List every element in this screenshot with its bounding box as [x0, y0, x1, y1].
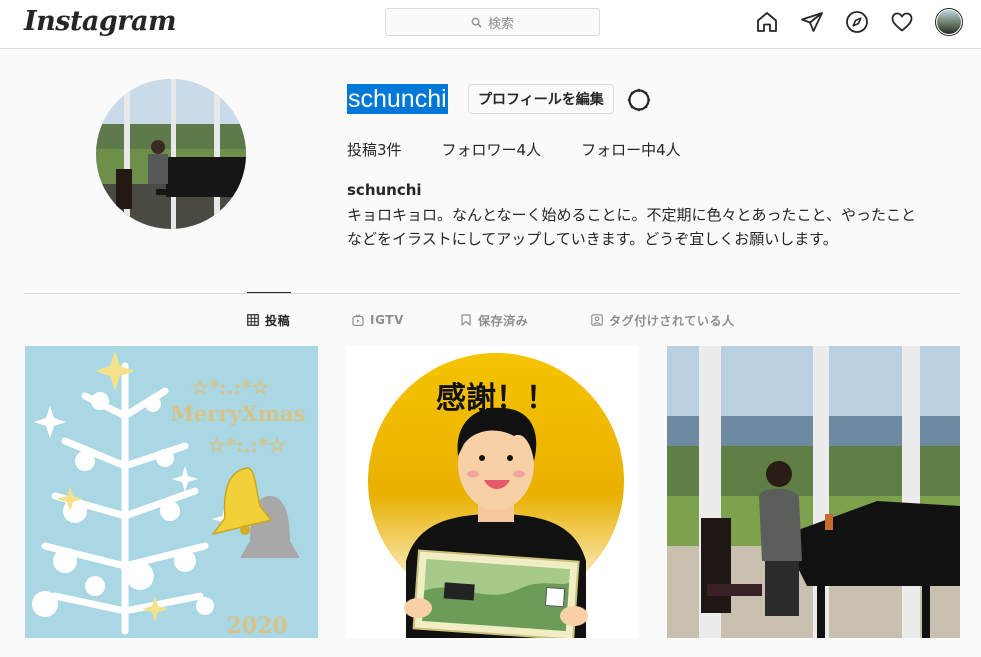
profile-avatar[interactable]	[935, 8, 963, 36]
tab-saved[interactable]: 保存済み	[460, 311, 591, 329]
profile-tabs: 投稿 IGTV 保存済み タグ付けされている人	[247, 311, 735, 329]
profile-stats: 投稿3件 フォロワー4人 フォロー中4人	[347, 139, 681, 160]
tabs-divider	[24, 293, 960, 294]
post-art-text: ☆*:.:*☆	[191, 375, 270, 399]
bio-line: キョロキョロ。なんとなーく始めることに。不定期に色々とあったこと、やったこと	[347, 206, 916, 224]
post-art-text: MerryXmas	[171, 401, 306, 426]
instagram-logo[interactable]: Instagram	[24, 6, 177, 37]
post-thumbnail-thanks[interactable]: 感謝！！	[346, 346, 639, 638]
direct-message-icon[interactable]	[800, 10, 824, 34]
search-input[interactable]: 検索	[385, 8, 600, 36]
tab-label: タグ付けされている人	[609, 313, 735, 328]
tagged-person-icon	[591, 314, 603, 326]
followers-link[interactable]: フォロワー4人	[442, 139, 542, 160]
tab-igtv[interactable]: IGTV	[352, 311, 460, 329]
search-placeholder: 検索	[487, 16, 514, 32]
post-art-text: ☆*:.:*☆	[208, 433, 287, 457]
profile-full-name: schunchi	[347, 181, 422, 199]
igtv-icon	[352, 314, 364, 326]
search-icon	[471, 17, 482, 28]
bookmark-icon	[461, 314, 471, 326]
settings-gear-icon[interactable]	[626, 87, 652, 113]
following-link[interactable]: フォロー中4人	[581, 139, 681, 160]
post-thumbnail-christmas[interactable]: ☆*:.:*☆ MerryXmas ☆*:.:*☆ 2020	[25, 346, 318, 638]
post-art-text: 2020	[226, 613, 287, 638]
tab-label: 保存済み	[478, 313, 529, 328]
nav-icons	[755, 8, 963, 36]
profile-picture[interactable]	[96, 79, 246, 229]
top-navigation-bar: Instagram 検索	[0, 0, 981, 49]
profile-bio: キョロキョロ。なんとなーく始めることに。不定期に色々とあったこと、やったこと な…	[347, 203, 967, 251]
explore-compass-icon[interactable]	[845, 10, 869, 34]
profile-avatar-image	[937, 10, 961, 34]
tab-tagged[interactable]: タグ付けされている人	[591, 311, 735, 329]
active-tab-indicator	[247, 292, 291, 293]
edit-profile-button[interactable]: プロフィールを編集	[468, 84, 614, 114]
posts-count: 投稿3件	[347, 141, 402, 159]
tab-label: IGTV	[370, 313, 404, 327]
tab-label: 投稿	[265, 313, 291, 328]
tab-posts[interactable]: 投稿	[247, 311, 352, 329]
profile-username: schunchi	[347, 84, 448, 114]
activity-heart-icon[interactable]	[890, 10, 914, 34]
grid-icon	[247, 314, 259, 326]
post-thumbnail-piano-photo[interactable]	[667, 346, 960, 638]
home-icon[interactable]	[755, 10, 779, 34]
bio-line: などをイラストにしてアップしていきます。どうぞ宜しくお願いします。	[347, 230, 838, 248]
